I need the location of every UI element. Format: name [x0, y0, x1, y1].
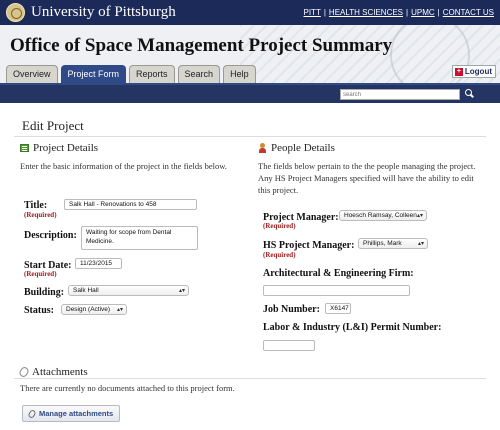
building-select-value: Salk Hall — [73, 287, 99, 294]
permit-number-field[interactable] — [263, 340, 315, 351]
project-manager-select[interactable]: Hoesch Ramsay, Colleen ▴▾ — [339, 210, 427, 221]
tab-reports[interactable]: Reports — [129, 65, 175, 83]
attachments-heading-text: Attachments — [32, 366, 88, 378]
title-label: Title: — [24, 200, 48, 211]
project-manager-select-value: Hoesch Ramsay, Colleen — [344, 212, 417, 219]
project-details-description: Enter the basic information of the proje… — [20, 161, 227, 171]
status-label: Status: — [24, 305, 55, 316]
manage-attachments-label: Manage attachments — [39, 409, 114, 418]
university-name: University of Pittsburgh — [31, 4, 176, 20]
building-select[interactable]: Salk Hall ▴▾ — [68, 285, 189, 296]
project-manager-required: (Required) — [263, 222, 296, 230]
link-health-sciences[interactable]: HEALTH SCIENCES — [329, 8, 403, 17]
description-label: Description: — [24, 230, 77, 241]
search-icon[interactable] — [464, 88, 474, 100]
tab-help[interactable]: Help — [223, 65, 256, 83]
university-header-bar: University of Pittsburgh PITT | HEALTH SCI… — [0, 0, 500, 25]
manage-attachments-button[interactable]: Manage attachments — [22, 405, 121, 422]
logout-button[interactable]: + Logout — [451, 65, 496, 78]
start-date-required: (Required) — [24, 270, 57, 278]
permit-number-label: Labor & Industry (L&I) Permit Number: — [263, 322, 442, 333]
ae-firm-label: Architectural & Engineering Firm: — [263, 268, 414, 279]
job-number-label: Job Number: — [263, 304, 320, 315]
people-details-description: The fields below pertain to the the peop… — [258, 161, 476, 195]
tab-project-form[interactable]: Project Form — [60, 65, 127, 83]
logout-icon: + — [454, 67, 463, 76]
link-upmc[interactable]: UPMC — [411, 8, 435, 17]
tab-overview[interactable]: Overview — [6, 65, 58, 83]
form-icon — [20, 144, 29, 152]
hs-project-manager-label: HS Project Manager: — [263, 240, 355, 251]
search-bar — [0, 83, 500, 103]
attachments-heading: Attachments — [18, 365, 88, 379]
project-details-heading: Project Details — [20, 142, 98, 154]
people-details-heading: People Details — [258, 142, 335, 154]
ae-firm-field[interactable] — [263, 285, 410, 296]
building-label: Building: — [24, 287, 65, 298]
university-seal-icon — [6, 3, 25, 22]
status-select[interactable]: Design (Active) ▴▾ — [61, 304, 127, 315]
people-details-heading-text: People Details — [271, 142, 335, 154]
app-title: Office of Space Management Project Summa… — [10, 35, 393, 56]
attachments-text: There are currently no documents attache… — [20, 383, 235, 393]
hs-project-manager-select-value: Phillips, Mark — [363, 240, 402, 247]
start-date-field[interactable]: 11/23/2015 — [75, 258, 122, 269]
tab-search[interactable]: Search — [177, 65, 221, 83]
title-field[interactable]: Salk Hall - Renovations to 458 — [64, 199, 197, 210]
status-select-value: Design (Active) — [66, 306, 111, 313]
select-arrow-icon: ▴▾ — [417, 241, 424, 247]
hs-project-manager-select[interactable]: Phillips, Mark ▴▾ — [358, 238, 428, 249]
divider — [14, 378, 486, 379]
search-input[interactable] — [340, 89, 460, 100]
title-required: (Required) — [24, 211, 57, 219]
app-banner: Office of Space Management Project Summa… — [0, 25, 500, 83]
page-title: Edit Project — [22, 118, 84, 133]
select-arrow-icon: ▴▾ — [178, 288, 185, 294]
select-arrow-icon: ▴▾ — [416, 213, 423, 219]
link-pitt[interactable]: PITT — [304, 8, 321, 17]
logout-label: Logout — [464, 67, 492, 76]
select-arrow-icon: ▴▾ — [116, 307, 123, 313]
top-links: PITT | HEALTH SCIENCES | UPMC | CONTACT US — [303, 8, 495, 17]
paperclip-icon — [27, 408, 37, 419]
job-number-field[interactable]: X6147 — [325, 303, 351, 314]
project-details-heading-text: Project Details — [33, 142, 99, 154]
link-contact-us[interactable]: CONTACT US — [443, 8, 494, 17]
description-field[interactable]: Waiting for scope from Dental Medicine. — [81, 226, 198, 250]
hs-project-manager-required: (Required) — [263, 251, 296, 259]
nav-tabs: Overview Project Form Reports Search Hel… — [6, 65, 256, 83]
paperclip-icon — [18, 365, 30, 379]
person-icon — [258, 143, 267, 153]
divider — [14, 136, 486, 137]
